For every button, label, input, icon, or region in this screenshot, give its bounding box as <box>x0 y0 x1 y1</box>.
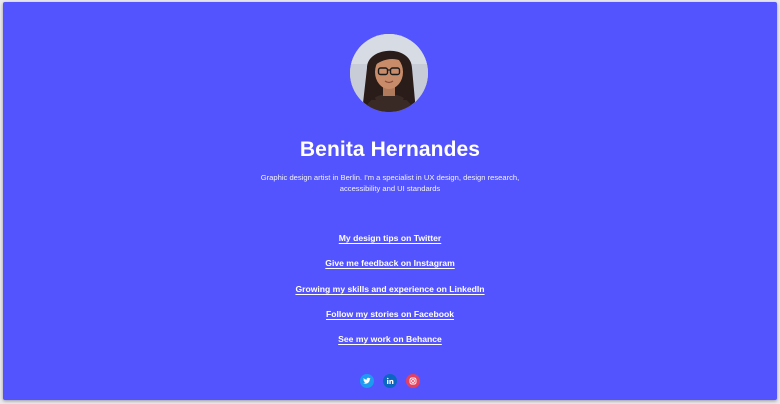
link-item: Growing my skills and experience on Link… <box>3 279 777 304</box>
facebook-stories-link[interactable]: Follow my stories on Facebook <box>326 308 454 320</box>
instagram-button[interactable] <box>406 374 420 388</box>
profile-page: Benita Hernandes Graphic design artist i… <box>3 2 777 400</box>
linkedin-skills-link[interactable]: Growing my skills and experience on Link… <box>295 283 484 295</box>
link-item: Follow my stories on Facebook <box>3 304 777 329</box>
avatar <box>350 34 428 112</box>
link-item: See my work on Behance <box>3 329 777 354</box>
linkedin-button[interactable] <box>383 374 397 388</box>
link-list: My design tips on Twitter Give me feedba… <box>3 228 777 354</box>
instagram-feedback-link[interactable]: Give me feedback on Instagram <box>325 257 454 269</box>
linkedin-icon <box>383 374 397 388</box>
link-item: Give me feedback on Instagram <box>3 253 777 278</box>
behance-work-link[interactable]: See my work on Behance <box>338 333 442 345</box>
twitter-button[interactable] <box>360 374 374 388</box>
twitter-tips-link[interactable]: My design tips on Twitter <box>339 232 442 244</box>
profile-bio: Graphic design artist in Berlin. I'm a s… <box>260 173 520 193</box>
profile-name: Benita Hernandes <box>299 138 481 161</box>
twitter-icon <box>360 374 374 388</box>
avatar-portrait <box>350 34 428 112</box>
instagram-icon <box>406 374 420 388</box>
social-icons <box>360 374 420 388</box>
link-item: My design tips on Twitter <box>3 228 777 253</box>
